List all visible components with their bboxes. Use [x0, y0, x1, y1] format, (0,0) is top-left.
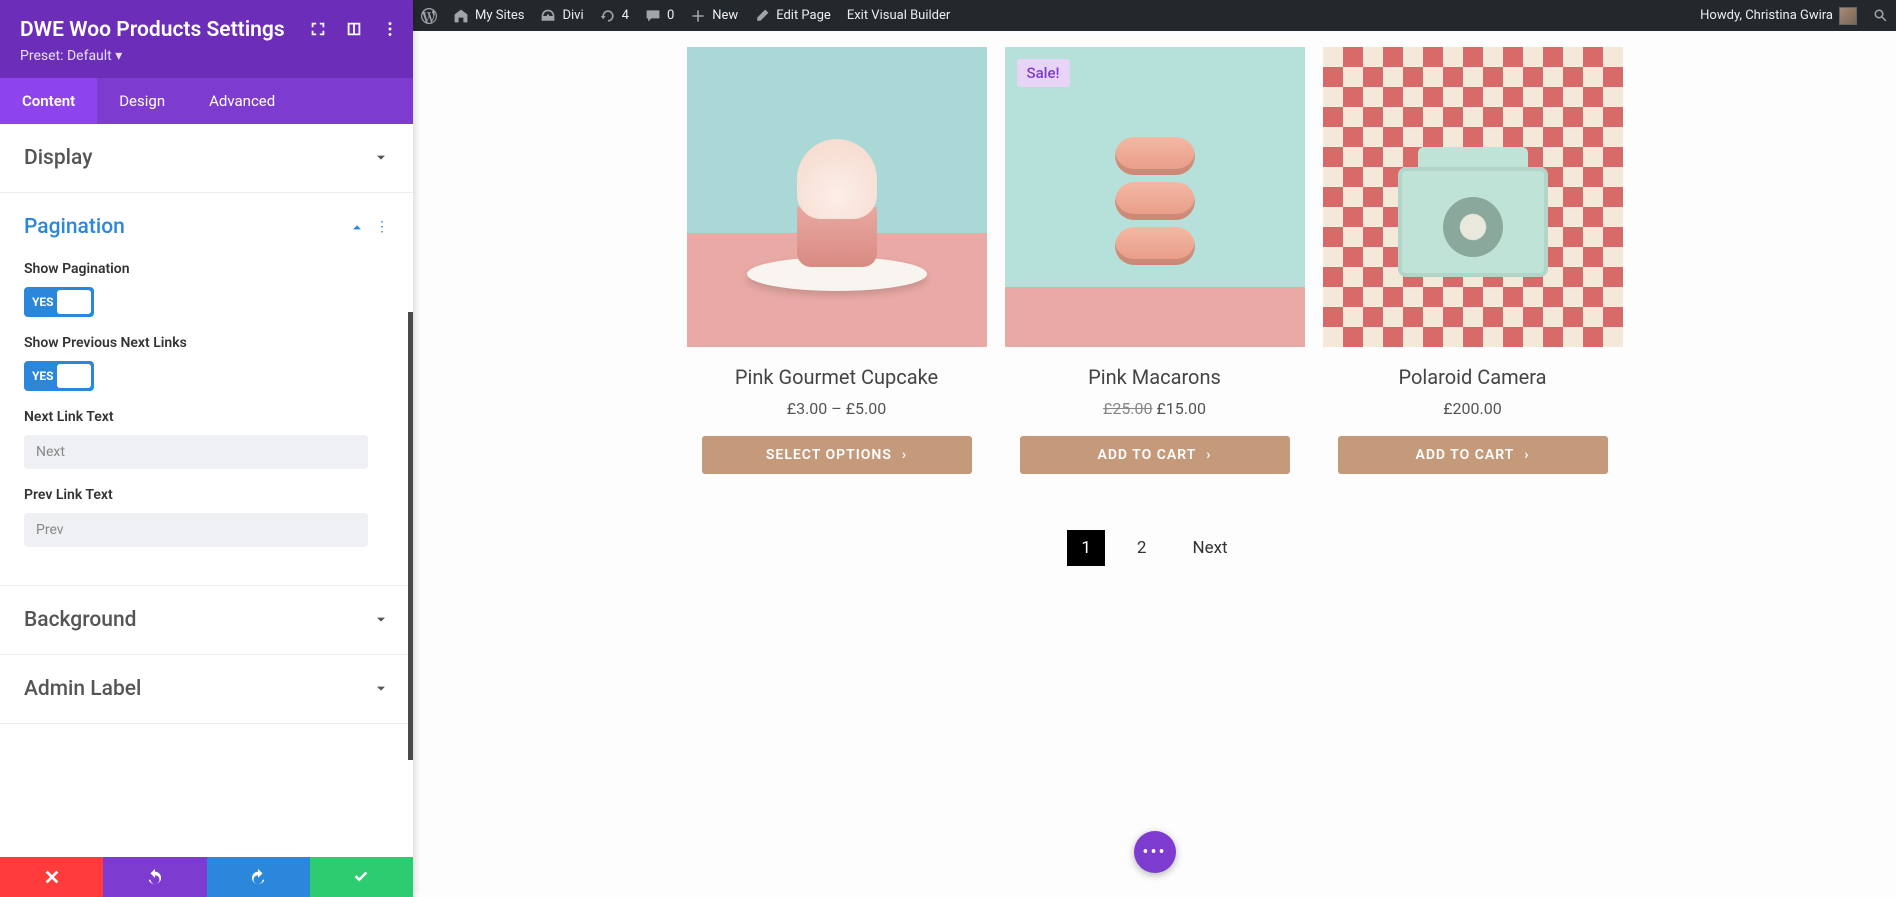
product-price: £25.00 £15.00: [1005, 399, 1305, 418]
product-price: £200.00: [1323, 399, 1623, 418]
section-more-icon[interactable]: ⋮: [375, 219, 389, 235]
panel-body: Display Pagination ⋮ Show Pagination YES…: [0, 124, 413, 857]
product-card: Sale! Pink Macarons £25.00 £15.00 ADD TO…: [1005, 47, 1305, 474]
avatar: [1839, 7, 1857, 25]
products-row: Pink Gourmet Cupcake £3.00 – £5.00 SELEC…: [413, 31, 1896, 504]
section-pagination-title: Pagination: [24, 215, 125, 239]
product-image[interactable]: [687, 47, 987, 347]
divi-label: Divi: [562, 8, 583, 23]
tab-advanced[interactable]: Advanced: [187, 78, 297, 124]
add-to-cart-button[interactable]: ADD TO CART›: [1338, 436, 1608, 474]
chevron-down-icon: [373, 150, 389, 166]
input-next-link-text[interactable]: [24, 435, 368, 469]
scrollbar[interactable]: [408, 312, 413, 760]
product-card: Polaroid Camera £200.00 ADD TO CART›: [1323, 47, 1623, 474]
exit-label: Exit Visual Builder: [847, 8, 950, 23]
edit-page[interactable]: Edit Page: [746, 0, 839, 31]
product-title[interactable]: Polaroid Camera: [1323, 365, 1623, 389]
sync-icon: [600, 8, 616, 24]
comments-count: 0: [667, 8, 674, 23]
pencil-icon: [754, 8, 770, 24]
settings-panel: DWE Woo Products Settings Preset: Defaul…: [0, 0, 413, 897]
toggle-show-prev-next[interactable]: YES: [24, 361, 94, 391]
search-icon: [1873, 8, 1888, 24]
toggle-show-pagination[interactable]: YES: [24, 287, 94, 317]
label-next-link-text: Next Link Text: [24, 409, 389, 425]
exit-visual-builder[interactable]: Exit Visual Builder: [839, 0, 958, 31]
panel-header: DWE Woo Products Settings Preset: Defaul…: [0, 0, 413, 78]
product-price: £3.00 – £5.00: [687, 399, 987, 418]
section-pagination: Pagination ⋮ Show Pagination YES Show Pr…: [0, 193, 413, 586]
tab-content[interactable]: Content: [0, 78, 97, 124]
input-prev-link-text[interactable]: [24, 513, 368, 547]
plus-icon: [690, 8, 706, 24]
comments[interactable]: 0: [637, 0, 682, 31]
section-pagination-header[interactable]: Pagination ⋮: [0, 193, 413, 261]
product-title[interactable]: Pink Gourmet Cupcake: [687, 365, 987, 389]
redo-button[interactable]: [207, 857, 310, 897]
save-button[interactable]: [310, 857, 413, 897]
page-2[interactable]: 2: [1123, 530, 1161, 566]
section-background: Background: [0, 586, 413, 655]
more-icon[interactable]: [381, 20, 399, 38]
page-1[interactable]: 1: [1067, 530, 1105, 566]
expand-icon[interactable]: [309, 20, 327, 38]
product-card: Pink Gourmet Cupcake £3.00 – £5.00 SELEC…: [687, 47, 987, 474]
section-display: Display: [0, 124, 413, 193]
section-background-header[interactable]: Background: [0, 586, 413, 654]
howdy-text: Howdy, Christina Gwira: [1700, 8, 1833, 23]
chevron-down-icon: [373, 612, 389, 628]
chevron-down-icon: [373, 681, 389, 697]
product-title[interactable]: Pink Macarons: [1005, 365, 1305, 389]
section-display-title: Display: [24, 146, 92, 170]
wordpress-icon: [421, 8, 437, 24]
add-to-cart-button[interactable]: ADD TO CART›: [1020, 436, 1290, 474]
layout-icon[interactable]: [345, 20, 363, 38]
page-next[interactable]: Next: [1178, 530, 1241, 566]
chevron-right-icon: ›: [902, 447, 907, 463]
tab-design[interactable]: Design: [97, 78, 187, 124]
product-image[interactable]: Sale!: [1005, 47, 1305, 347]
preview-area: Pink Gourmet Cupcake £3.00 – £5.00 SELEC…: [413, 31, 1896, 897]
sale-badge: Sale!: [1017, 59, 1070, 87]
wp-logo[interactable]: [413, 0, 445, 31]
divi-menu[interactable]: Divi: [532, 0, 591, 31]
label-prev-link-text: Prev Link Text: [24, 487, 389, 503]
admin-search[interactable]: [1865, 0, 1896, 31]
wp-admin-bar: My Sites Divi 4 0 New Edit Page Exit Vis…: [413, 0, 1896, 31]
howdy[interactable]: Howdy, Christina Gwira: [1692, 0, 1865, 31]
section-admin-label-header[interactable]: Admin Label: [0, 655, 413, 723]
section-admin-label-title: Admin Label: [24, 677, 141, 701]
undo-button[interactable]: [103, 857, 206, 897]
pagination: 1 2 Next: [413, 504, 1896, 606]
product-image[interactable]: [1323, 47, 1623, 347]
section-background-title: Background: [24, 608, 136, 632]
updates-count: 4: [622, 8, 629, 23]
my-sites[interactable]: My Sites: [445, 0, 532, 31]
updates[interactable]: 4: [592, 0, 637, 31]
label-show-pagination: Show Pagination: [24, 261, 389, 277]
comment-icon: [645, 8, 661, 24]
section-display-header[interactable]: Display: [0, 124, 413, 192]
panel-tabs: Content Design Advanced: [0, 78, 413, 124]
panel-preset[interactable]: Preset: Default ▾: [20, 48, 393, 64]
home-icon: [453, 8, 469, 24]
select-options-button[interactable]: SELECT OPTIONS›: [702, 436, 972, 474]
my-sites-label: My Sites: [475, 8, 524, 23]
new[interactable]: New: [682, 0, 746, 31]
label-show-prev-next: Show Previous Next Links: [24, 335, 389, 351]
new-label: New: [712, 8, 738, 23]
section-admin-label: Admin Label: [0, 655, 413, 724]
gauge-icon: [540, 8, 556, 24]
chevron-right-icon: ›: [1206, 447, 1211, 463]
panel-footer: [0, 857, 413, 897]
chevron-up-icon: [349, 219, 365, 235]
cancel-button[interactable]: [0, 857, 103, 897]
edit-label: Edit Page: [776, 8, 831, 23]
divi-fab-button[interactable]: •••: [1134, 831, 1176, 873]
chevron-right-icon: ›: [1524, 447, 1529, 463]
